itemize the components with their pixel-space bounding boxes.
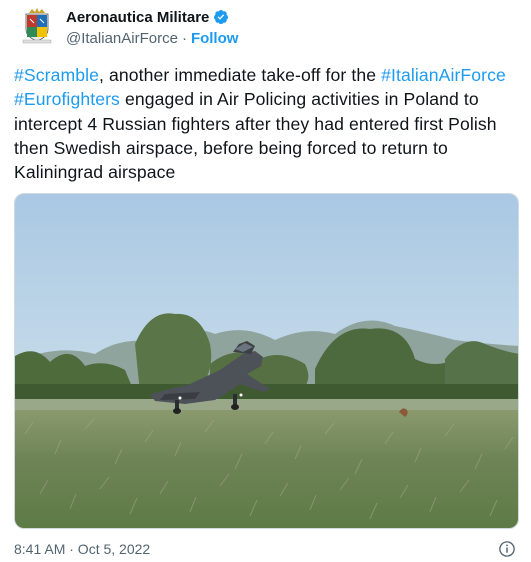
eurofighter-landing-photo — [15, 194, 518, 528]
follow-button[interactable]: Follow — [191, 30, 239, 47]
hashtag-italianairforce[interactable]: #ItalianAirForce — [381, 65, 506, 85]
hashtag-eurofighters[interactable]: #Eurofighters — [14, 89, 120, 109]
info-icon[interactable] — [498, 540, 516, 558]
verified-badge-icon — [214, 10, 229, 25]
separator-dot: · — [181, 30, 187, 47]
tweet-text: #Scramble, another immediate take-off fo… — [14, 63, 519, 184]
tweet-photo[interactable] — [14, 193, 519, 529]
handle[interactable]: @ItalianAirForce — [66, 30, 178, 47]
tweet-text-segment: , another immediate take-off for the — [99, 65, 382, 85]
avatar[interactable] — [20, 7, 54, 45]
hashtag-scramble[interactable]: #Scramble — [14, 65, 99, 85]
tweet-card: Aeronautica Militare @ItalianAirForce · Fo… — [0, 0, 531, 562]
tweet-header: Aeronautica Militare @ItalianAirForce · Fo… — [20, 6, 238, 47]
display-name[interactable]: Aeronautica Militare — [66, 9, 209, 26]
timestamp-link[interactable]: 8:41 AM · Oct 5, 2022 — [14, 541, 150, 557]
